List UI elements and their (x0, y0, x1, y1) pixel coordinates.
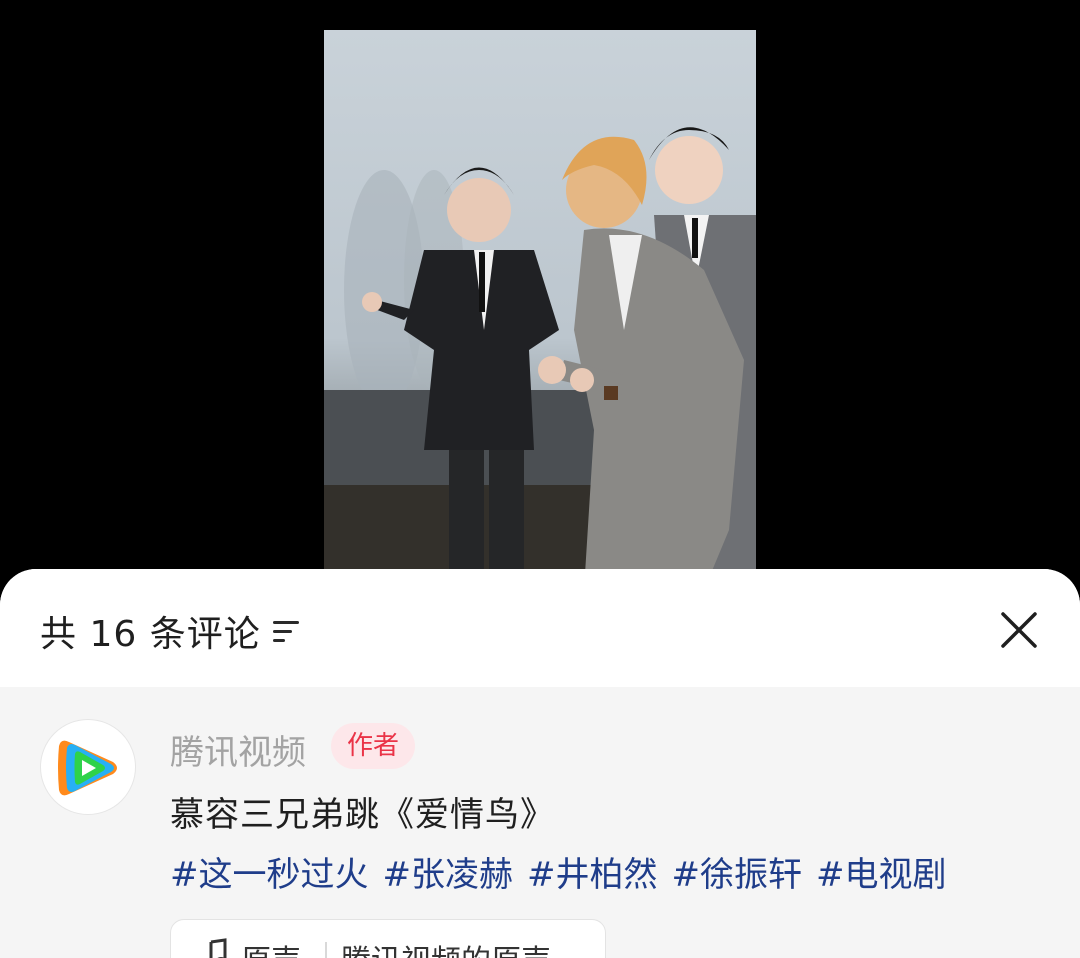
original-sound-chip[interactable]: 原声 腾讯视频的原声 (170, 919, 606, 958)
hashtag[interactable]: #张凌赫 (383, 847, 514, 896)
username[interactable]: 腾讯视频 (170, 725, 306, 774)
close-button[interactable] (998, 609, 1040, 651)
avatar[interactable] (40, 719, 136, 815)
comment-count-label: 共 16 条评论 (40, 614, 261, 655)
comment-text: 慕容三兄弟跳《爱情鸟》 (170, 795, 555, 835)
sound-label: 原声 (241, 936, 301, 958)
comments-sheet: 共 16 条评论 腾讯视频 作者 慕容三兄弟跳《爱情鸟》 #这一秒过火 #张凌赫… (0, 569, 1080, 958)
music-note-icon (209, 938, 227, 958)
hashtag[interactable]: #徐振轩 (672, 847, 803, 896)
sound-source: 腾讯视频的原声 (341, 936, 551, 958)
video-player[interactable] (324, 30, 756, 590)
divider (325, 942, 327, 958)
comment-count: 共 16 条评论 (40, 605, 303, 657)
hashtag-list: #这一秒过火 #张凌赫 #井柏然 #徐振轩 #电视剧 (170, 847, 947, 896)
hashtag[interactable]: #电视剧 (816, 847, 947, 896)
close-icon (1001, 612, 1037, 648)
tencent-video-logo-icon (58, 740, 117, 796)
screen: 共 16 条评论 腾讯视频 作者 慕容三兄弟跳《爱情鸟》 #这一秒过火 #张凌赫… (0, 0, 1080, 958)
sort-icon[interactable] (272, 618, 303, 644)
comments-header: 共 16 条评论 (0, 569, 1080, 687)
video-frame-image (324, 127, 756, 590)
hashtag[interactable]: #井柏然 (527, 847, 658, 896)
comment-item: 腾讯视频 作者 慕容三兄弟跳《爱情鸟》 #这一秒过火 #张凌赫 #井柏然 #徐振… (0, 687, 1080, 958)
author-badge: 作者 (331, 723, 416, 769)
hashtag[interactable]: #这一秒过火 (170, 847, 369, 896)
